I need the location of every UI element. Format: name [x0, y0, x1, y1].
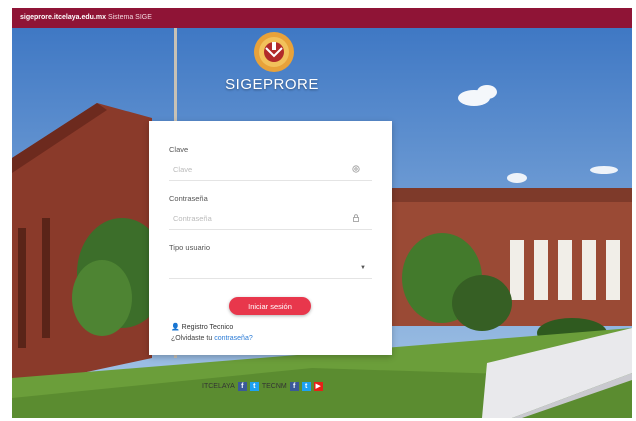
facebook-icon[interactable]: f [237, 381, 247, 391]
lock-icon [353, 214, 359, 222]
clave-field [169, 159, 372, 181]
clave-input[interactable] [169, 159, 347, 180]
crest-logo-icon [254, 32, 294, 72]
chevron-down-icon: ▼ [360, 265, 366, 271]
clave-label: Clave [169, 145, 189, 154]
register-link-label: Registro Tecnico [181, 324, 234, 331]
social-label-1: ITCELAYA [202, 382, 235, 390]
top-bar: sigeprore.itcelaya.edu.mx Sistema SIGE [12, 8, 632, 28]
password-field [169, 208, 372, 230]
tipo-usuario-field: ▼ [169, 257, 372, 279]
tipo-usuario-label: Tipo usuario [169, 243, 210, 252]
facebook-icon[interactable]: f [289, 381, 299, 391]
social-bar: ITCELAYA f t TECNM f t ▶ [202, 379, 323, 393]
forgot-prefix: ¿Olvidaste tu [171, 335, 213, 342]
login-card: Clave Contraseña Tipo usuario ▼ Iniciar … [149, 121, 392, 355]
password-label: Contraseña [169, 194, 208, 203]
user-icon: 👤 [171, 324, 180, 331]
forgot-password: ¿Olvidaste tu contraseña? [171, 335, 253, 342]
youtube-icon[interactable]: ▶ [313, 381, 323, 391]
crest-logo [224, 30, 324, 79]
at-sign-icon [352, 165, 360, 173]
forgot-password-link[interactable]: contraseña? [214, 335, 253, 342]
login-button[interactable]: Iniciar sesión [229, 297, 311, 315]
password-input[interactable] [169, 208, 347, 229]
social-label-2: TECNM [261, 382, 287, 390]
twitter-icon[interactable]: t [249, 381, 259, 391]
twitter-icon[interactable]: t [301, 381, 311, 391]
tipo-usuario-select[interactable] [169, 257, 372, 278]
site-subtitle: Sistema SIGE [107, 14, 152, 21]
site-title: sigeprore.itcelaya.edu.mx [20, 14, 106, 21]
register-link[interactable]: 👤 Registro Tecnico [171, 323, 233, 331]
brand-name: SIGEPRORE [225, 76, 319, 93]
app-window: sigeprore.itcelaya.edu.mx Sistema SIGE S… [12, 8, 632, 418]
